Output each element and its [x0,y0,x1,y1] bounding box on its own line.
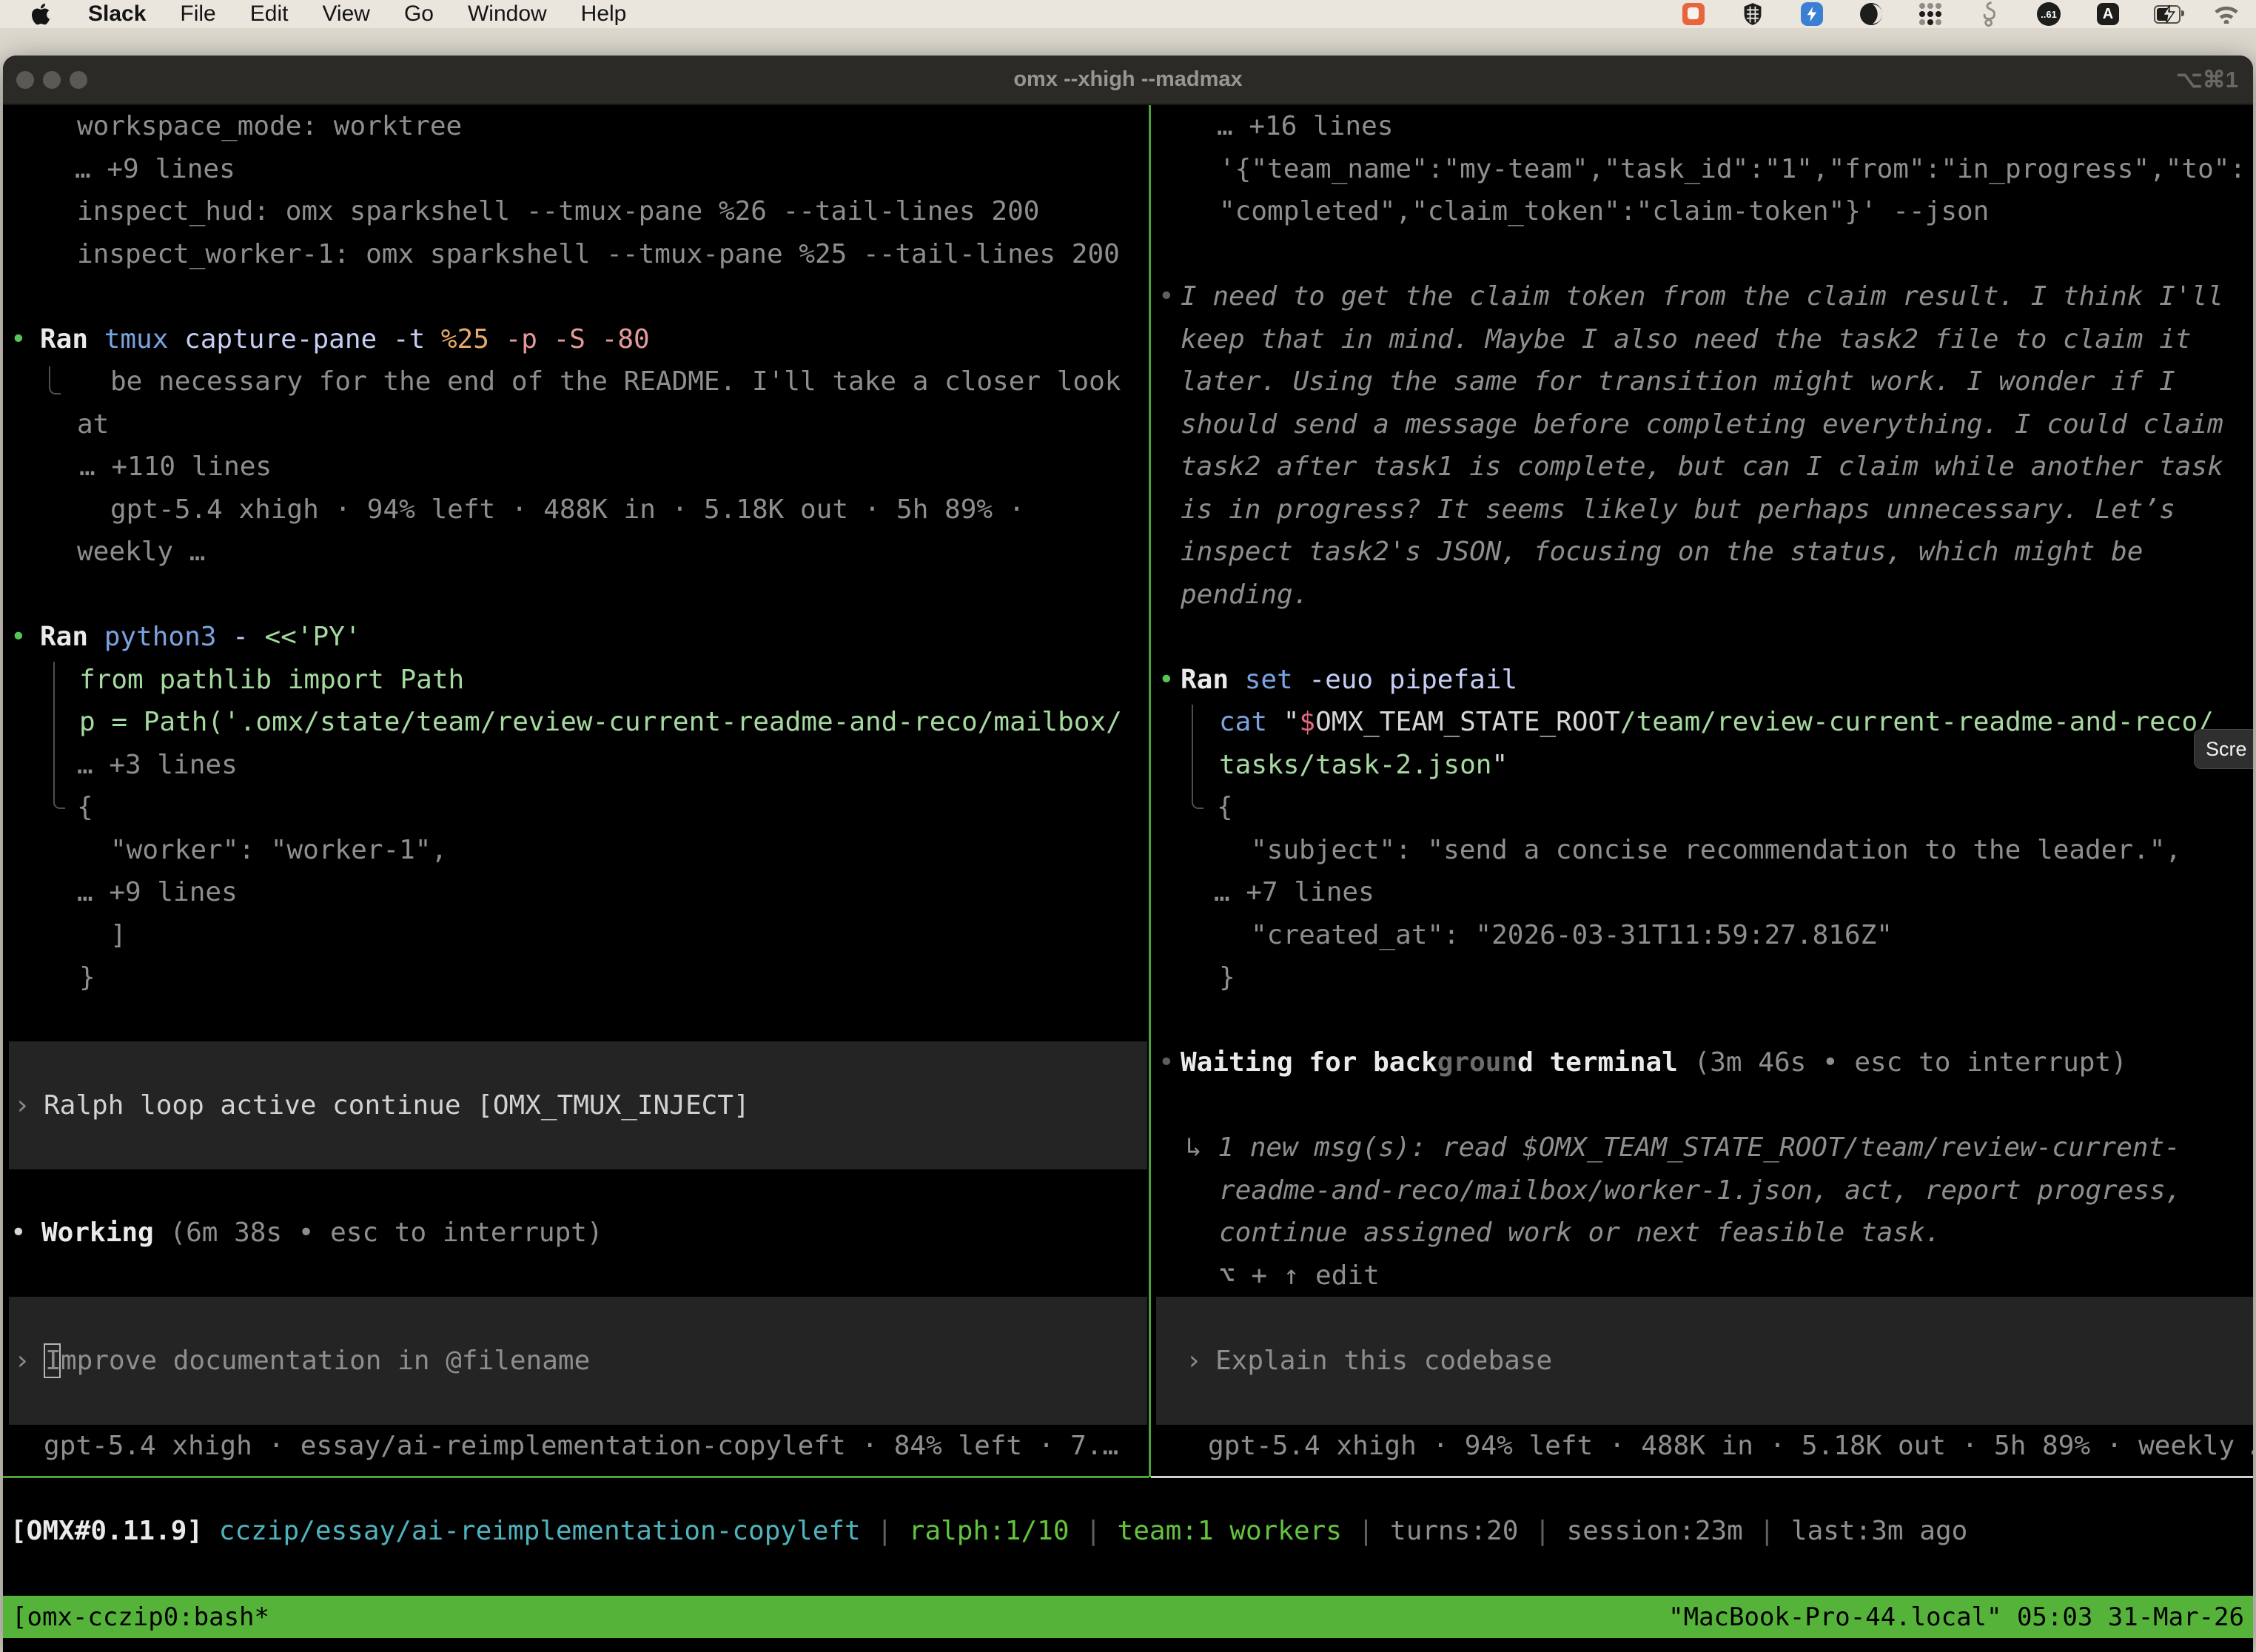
shield-icon[interactable] [1739,1,1766,27]
menu-item-view[interactable]: View [305,1,386,27]
menu-status-area: ..61 A [1680,1,2256,27]
menu-item-file[interactable]: File [163,1,232,27]
menu-item-help[interactable]: Help [564,1,644,27]
window-shortcut-label: ⌥⌘1 [2176,56,2238,104]
tmux-session-label: [omx-cczip0:bash* [12,1602,269,1632]
input-source-a-icon[interactable]: A [2095,1,2121,27]
moon-crescent-icon[interactable] [1858,1,1884,27]
battery-charging-icon[interactable] [2154,1,2181,27]
menu-item-window[interactable]: Window [451,1,564,27]
timer-61-badge-icon[interactable]: ..61 [2035,1,2062,27]
menu-bar: Slack File Edit View Go Window Help ..61… [0,0,2256,28]
tmux-host-clock-label: "MacBook-Pro-44.local" 05:03 31-Mar-26 [1668,1602,2244,1632]
menu-item-edit[interactable]: Edit [233,1,306,27]
menu-item-app[interactable]: Slack [71,1,163,27]
omx-status-line: [OMX#0.11.9] cczip/essay/ai-reimplementa… [3,105,2253,1596]
hook-icon[interactable] [1976,1,2003,27]
window-title: omx --xhigh --madmax [3,56,2253,104]
terminal-content: workspace_mode: worktree… +9 linesinspec… [3,105,2253,1652]
terminal-window: omx --xhigh --madmax ⌥⌘1 workspace_mode:… [3,56,2253,1652]
menu-item-go[interactable]: Go [387,1,451,27]
grid-dots-icon[interactable] [1917,1,1944,27]
wifi-icon[interactable] [2213,1,2240,27]
spark-bolt-icon[interactable] [1799,1,1825,27]
chat-badge-icon[interactable] [1680,1,1707,27]
tooltip: Scre [2194,729,2253,769]
tmux-status-bar: [omx-cczip0:bash* "MacBook-Pro-44.local"… [3,1596,2253,1638]
terminal-line: [OMX#0.11.9] cczip/essay/ai-reimplementa… [10,1510,1967,1553]
window-titlebar[interactable]: omx --xhigh --madmax ⌥⌘1 [3,56,2253,105]
apple-menu-icon[interactable] [30,1,52,27]
